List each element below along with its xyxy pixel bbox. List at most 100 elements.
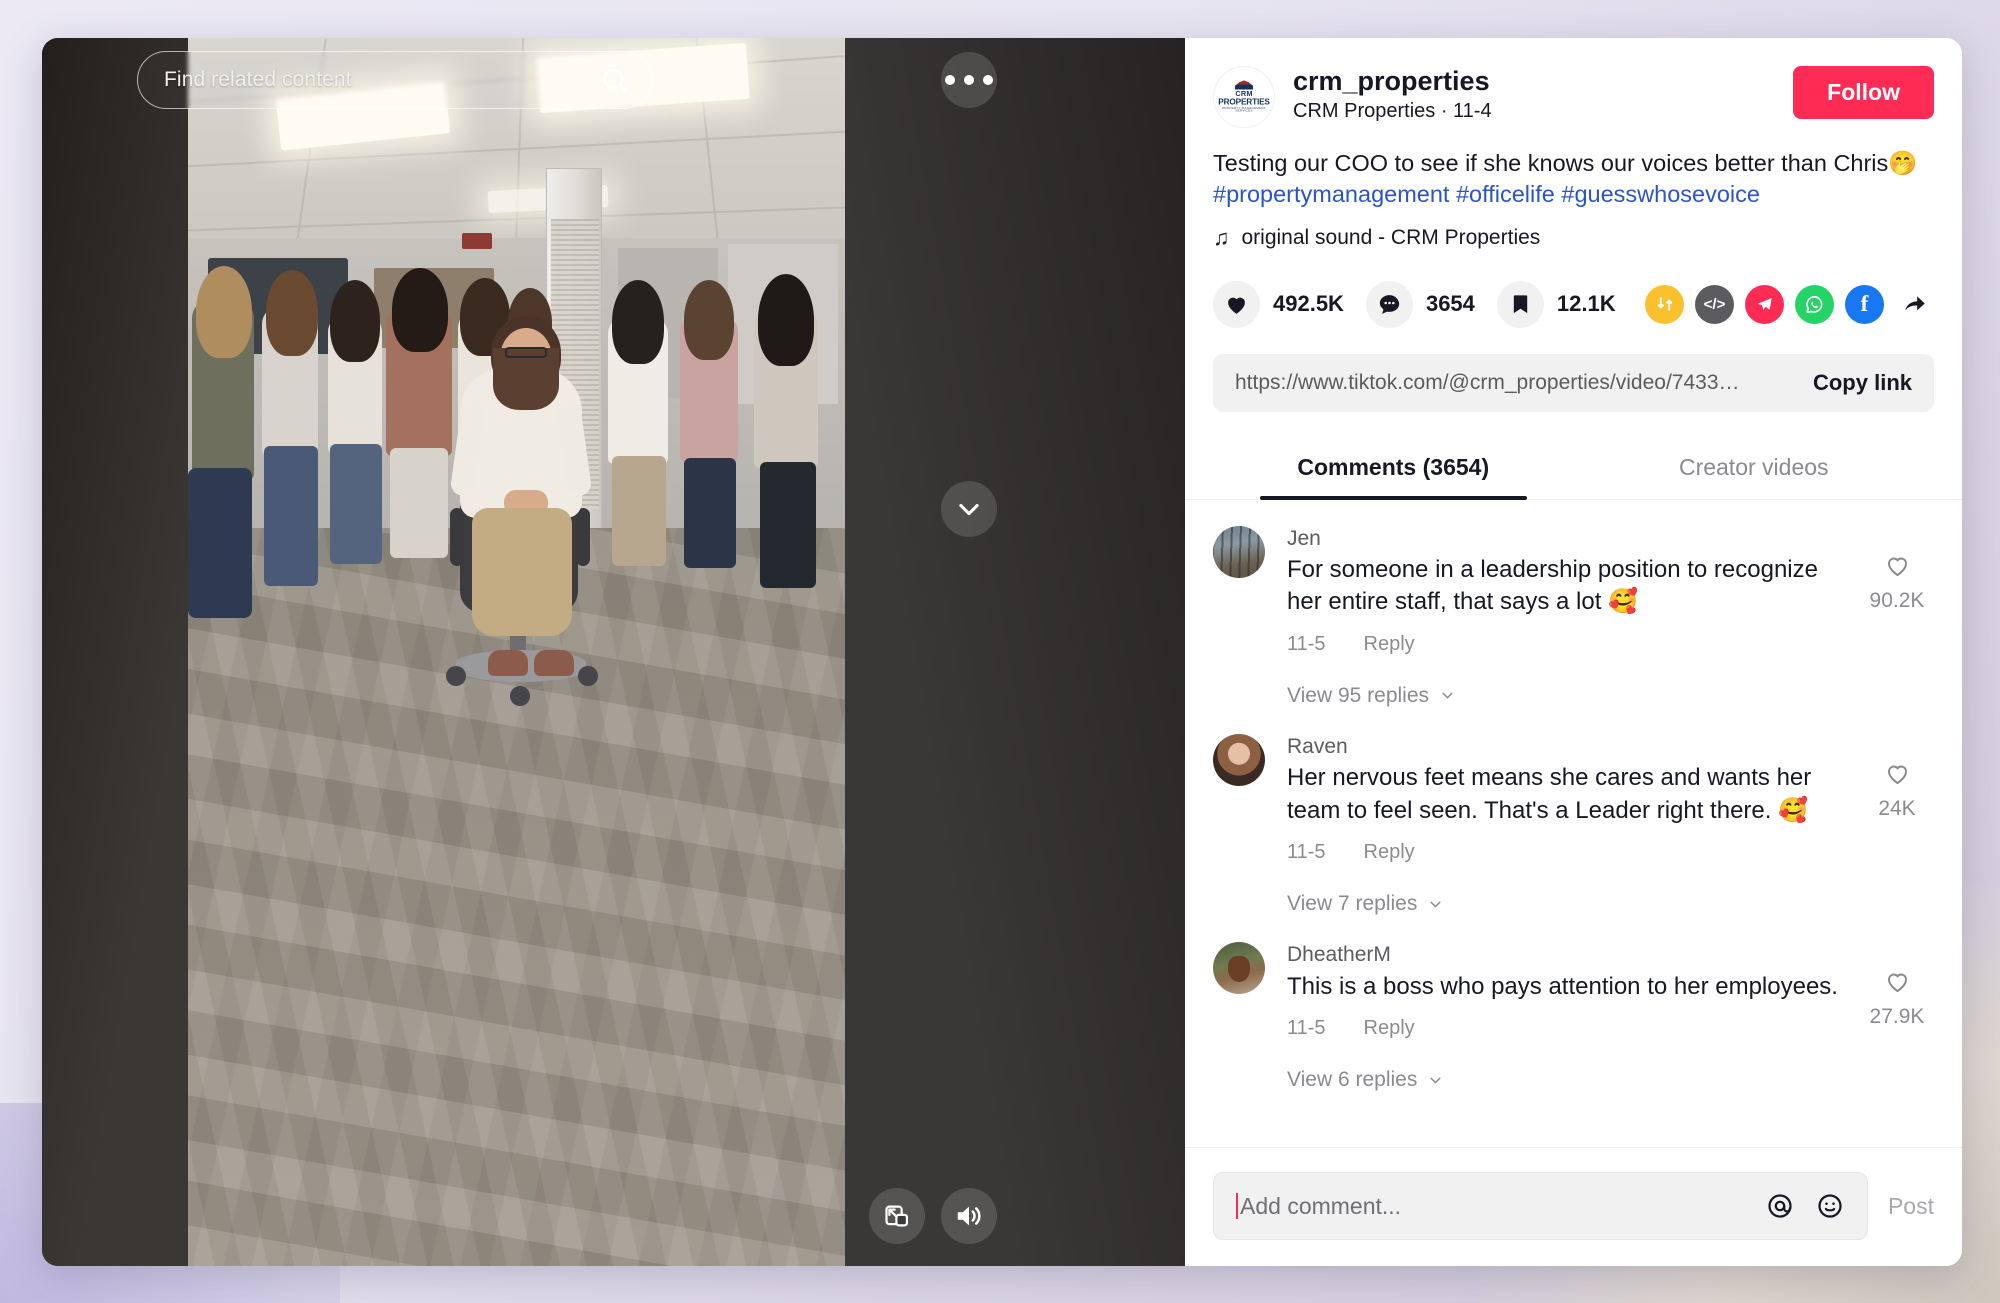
engagement-actions: 492.5K 3654 12.1K </> f [1185,251,1962,328]
heart-outline-icon [1887,557,1907,576]
at-mention-icon[interactable] [1765,1191,1795,1221]
view-replies-label: View 95 replies [1287,683,1430,707]
scene-chair-arm-right [576,508,590,566]
picture-in-picture-icon [885,1205,909,1227]
comment-like-count: 90.2K [1869,588,1925,612]
music-note-icon: ♫ [1213,224,1230,250]
post-comment-button[interactable]: Post [1888,1193,1934,1220]
bookmark-count: 12.1K [1556,291,1616,316]
commenter-name[interactable]: Jen [1287,526,1838,551]
video-url-text: https://www.tiktok.com/@crm_properties/v… [1235,370,1740,394]
heart-outline-icon [1887,973,1907,993]
scene-person-legs [188,468,252,618]
copy-link-button[interactable]: Copy link [1795,370,1912,396]
comment-composer: Add comment... Post [1185,1147,1962,1266]
comment-date: 11-5 [1287,1017,1326,1040]
comment-like-button[interactable]: 27.9K [1860,942,1934,1040]
search-input[interactable]: Find related content [138,68,577,92]
comment-reply-button[interactable]: Reply [1364,633,1415,656]
author-display-and-date: CRM Properties · 11-4 [1293,99,1492,122]
view-replies-button[interactable]: View 95 replies [1287,684,1934,708]
facebook-icon[interactable]: f [1845,284,1884,324]
more-options-button[interactable] [941,52,997,108]
commenter-avatar-jen[interactable] [1213,525,1265,578]
comment-like-count: 24K [1878,796,1916,820]
video-frame[interactable] [188,38,845,1266]
search-icon[interactable] [578,65,652,95]
author-avatar[interactable]: CRM PROPERTIES PROPERTY MANAGEMENT SERVI… [1213,66,1275,128]
comment-text: This is a boss who pays attention to her… [1287,972,1838,1000]
view-replies-button[interactable]: View 7 replies [1287,892,1934,916]
scene-subject-shoe-right [534,650,574,676]
volume-button[interactable] [941,1188,997,1244]
heart-filled-icon[interactable] [1213,280,1260,328]
video-info-pane: CRM PROPERTIES PROPERTY MANAGEMENT SERVI… [1185,38,1962,1266]
avatar-logo-line3: PROPERTY MANAGEMENT SERVICES [1222,106,1266,114]
comment-like-button[interactable]: 24K [1860,734,1934,864]
chevron-down-icon [1442,693,1453,699]
caption-text: Testing our COO to see if she knows our … [1213,150,1889,176]
video-detail-modal: Find related content CRM PROPERTIES PROP… [42,38,1962,1266]
like-stat[interactable]: 492.5K [1213,280,1344,328]
comment-reply-button[interactable]: Reply [1364,841,1415,864]
post-header: CRM PROPERTIES PROPERTY MANAGEMENT SERVI… [1185,38,1962,251]
share-icon-row: </> f [1645,284,1934,324]
repost-icon[interactable] [1645,284,1684,324]
bookmark-filled-icon[interactable] [1496,280,1544,328]
comment-date: 11-5 [1287,841,1326,864]
whatsapp-icon[interactable] [1795,284,1834,324]
comment-reply-button[interactable]: Reply [1364,1017,1415,1040]
comment-text: For someone in a leadership position to … [1287,555,1818,616]
scene-chair-arm-left [450,508,464,566]
tab-creator-videos[interactable]: Creator videos [1574,438,1935,499]
video-player-pane[interactable]: Find related content [42,38,1185,1266]
copy-link-row: https://www.tiktok.com/@crm_properties/v… [1213,353,1934,412]
commenter-name[interactable]: DheatherM [1287,942,1838,967]
hashtag-propertymanagement[interactable]: #propertymanagement [1213,181,1449,207]
music-label[interactable]: original sound - CRM Properties [1242,226,1541,250]
emoji-icon[interactable] [1815,1191,1845,1221]
comment-input-box[interactable]: Add comment... [1213,1172,1868,1240]
scene-person-hair [196,266,252,358]
hashtag-guesswhosevoice[interactable]: #guesswhosevoice [1561,181,1760,207]
comment-bubble-icon[interactable] [1365,280,1413,328]
view-replies-button[interactable]: View 6 replies [1287,1068,1934,1092]
comment-stat[interactable]: 3654 [1365,280,1475,328]
video-scene-office [188,38,845,1266]
commenter-name[interactable]: Raven [1287,734,1838,759]
crm-properties-logo-mark [1234,80,1254,90]
author-username[interactable]: crm_properties [1293,66,1775,98]
post-caption: Testing our COO to see if she knows our … [1213,148,1934,211]
picture-in-picture-button[interactable] [869,1188,925,1244]
share-arrow-icon[interactable] [1895,285,1934,324]
comment-item-2: DheatherM This is a boss who pays attent… [1213,916,1934,1092]
chevron-down-icon [959,503,979,516]
comment-item-0: Jen For someone in a leadership position… [1213,500,1934,708]
embed-code-icon[interactable]: </> [1695,284,1734,324]
view-replies-label: View 6 replies [1287,1068,1418,1092]
volume-on-icon [957,1206,981,1226]
caption-emoji: 🤭 [1888,150,1918,176]
scene-subject-pants [472,508,572,636]
hashtag-officelife[interactable]: #officelife [1456,181,1555,207]
tab-comments[interactable]: Comments (3654) [1213,438,1574,500]
find-related-content-search[interactable]: Find related content [137,51,653,109]
telegram-icon[interactable] [1745,284,1784,324]
comment-input[interactable]: Add comment... [1240,1193,1765,1220]
music-row[interactable]: ♫ original sound - CRM Properties [1213,225,1934,251]
scene-exit-sign [462,233,492,249]
comment-text: Her nervous feet means she cares and wan… [1287,764,1812,824]
bookmark-stat[interactable]: 12.1K [1496,280,1616,328]
comment-count: 3654 [1425,291,1475,316]
comment-date: 11-5 [1287,632,1326,655]
commenter-avatar-dheatherm[interactable] [1213,942,1265,995]
scene-subject-glasses [505,347,547,358]
author-row: CRM PROPERTIES PROPERTY MANAGEMENT SERVI… [1213,66,1934,128]
comment-like-button[interactable]: 90.2K [1860,526,1934,656]
comments-list[interactable]: Jen For someone in a leadership position… [1185,500,1962,1148]
commenter-avatar-raven[interactable] [1213,733,1265,786]
video-letterbox-left [42,38,188,1266]
follow-button[interactable]: Follow [1793,66,1934,119]
next-video-button[interactable] [941,481,997,537]
like-count: 492.5K [1273,291,1344,316]
